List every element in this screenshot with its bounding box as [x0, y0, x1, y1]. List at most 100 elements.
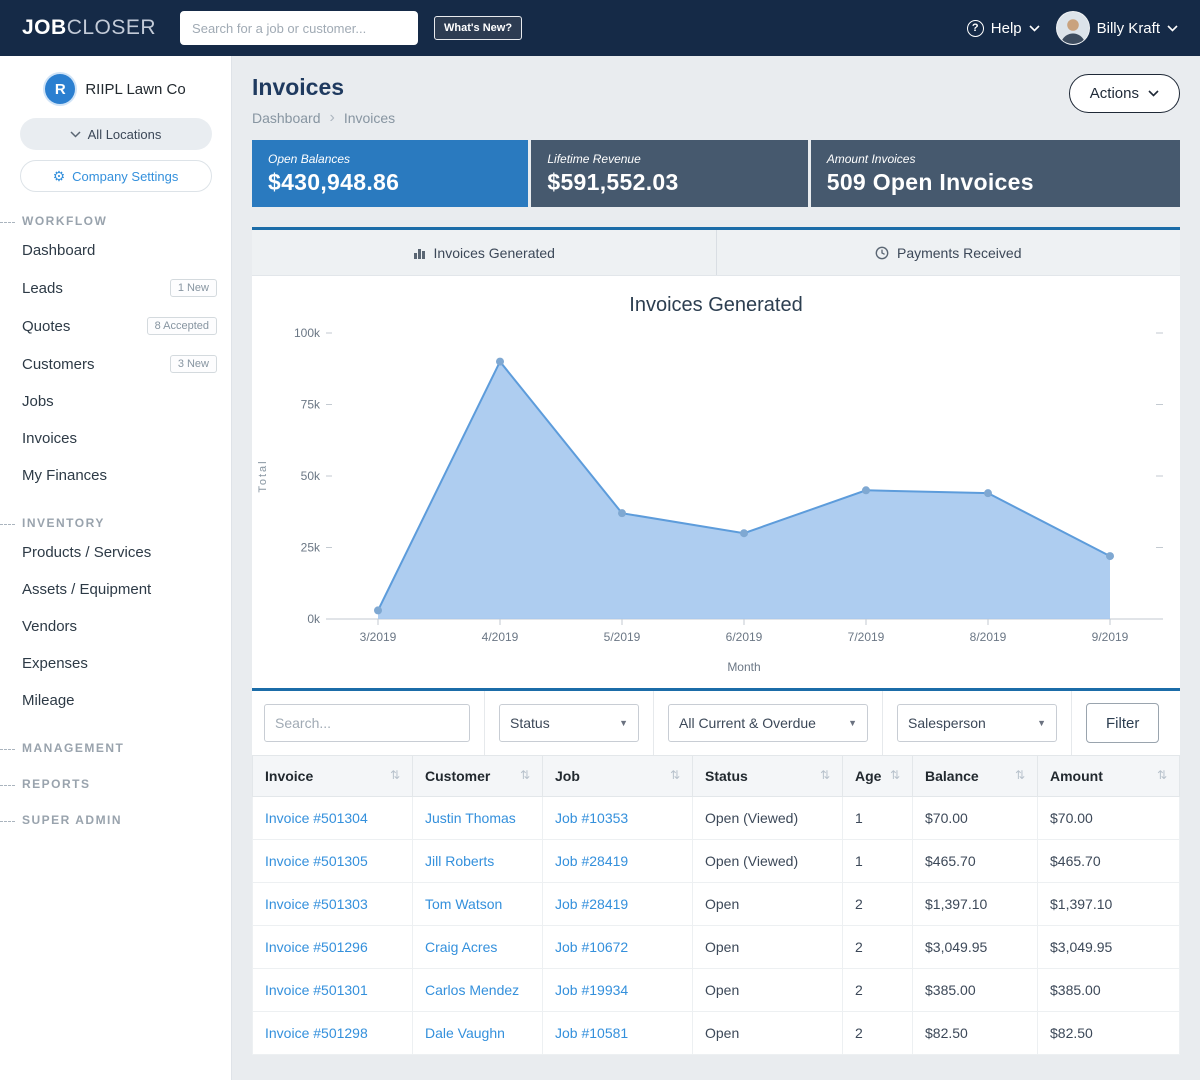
shell: R RIIPL Lawn Co All Locations ⚙ Company …	[0, 56, 1200, 1080]
invoice-link[interactable]: Invoice #501304	[265, 810, 368, 826]
company-settings-button[interactable]: ⚙ Company Settings	[20, 160, 212, 192]
job-link[interactable]: Job #19934	[555, 982, 628, 998]
table-row: Invoice #501304Justin ThomasJob #10353Op…	[253, 797, 1180, 840]
age-cell: 2	[843, 969, 913, 1012]
customer-link[interactable]: Jill Roberts	[425, 853, 494, 869]
sidebar-item-customers[interactable]: Customers3 New	[0, 345, 231, 383]
customer-link[interactable]: Carlos Mendez	[425, 982, 519, 998]
actions-button[interactable]: Actions	[1069, 74, 1180, 113]
customer-link[interactable]: Dale Vaughn	[425, 1025, 505, 1041]
user-name: Billy Kraft	[1097, 20, 1160, 37]
salesperson-select[interactable]: Salesperson ▼	[897, 704, 1057, 742]
sort-icon: ⇅	[820, 768, 830, 782]
chevron-down-icon	[70, 131, 81, 138]
sidebar-item-mileage[interactable]: Mileage	[0, 682, 231, 719]
column-header-amount[interactable]: Amount⇅	[1038, 756, 1180, 797]
job-link[interactable]: Job #10581	[555, 1025, 628, 1041]
sidebar-item-quotes[interactable]: Quotes8 Accepted	[0, 307, 231, 345]
clock-icon	[875, 246, 889, 260]
amount-cell: $465.70	[1038, 840, 1180, 883]
age-cell: 1	[843, 797, 913, 840]
column-header-age[interactable]: Age⇅	[843, 756, 913, 797]
svg-text:9/2019: 9/2019	[1092, 630, 1129, 644]
invoice-link[interactable]: Invoice #501298	[265, 1025, 368, 1041]
help-menu[interactable]: ? Help	[967, 20, 1040, 37]
invoice-link[interactable]: Invoice #501303	[265, 896, 368, 912]
sidebar-item-label: My Finances	[22, 467, 107, 484]
caret-down-icon: ▼	[1037, 718, 1046, 728]
global-search-input[interactable]	[180, 11, 418, 45]
table-search-input[interactable]	[264, 704, 470, 742]
column-header-status[interactable]: Status⇅	[693, 756, 843, 797]
main-content: Invoices Dashboard › Invoices Actions Op…	[232, 56, 1200, 1080]
invoice-link[interactable]: Invoice #501301	[265, 982, 368, 998]
nav-badge: 3 New	[170, 355, 217, 373]
sidebar-item-label: Invoices	[22, 430, 77, 447]
sidebar-item-label: Vendors	[22, 618, 77, 635]
status-select[interactable]: Status ▼	[499, 704, 639, 742]
sidebar-item-assets-equipment[interactable]: Assets / Equipment	[0, 571, 231, 608]
svg-text:7/2019: 7/2019	[848, 630, 885, 644]
job-cell: Job #28419	[543, 840, 693, 883]
user-menu[interactable]: Billy Kraft	[1056, 11, 1178, 45]
logo[interactable]: JOBCLOSER	[22, 16, 156, 40]
nav-section-heading: INVENTORY	[0, 516, 231, 530]
job-cell: Job #10353	[543, 797, 693, 840]
tab-invoices-generated[interactable]: Invoices Generated	[252, 230, 716, 275]
job-link[interactable]: Job #10353	[555, 810, 628, 826]
sidebar-item-invoices[interactable]: Invoices	[0, 420, 231, 457]
whats-new-button[interactable]: What's New?	[434, 16, 522, 40]
stat-value: 509 Open Invoices	[827, 169, 1164, 196]
svg-text:50k: 50k	[301, 469, 321, 483]
customer-link[interactable]: Craig Acres	[425, 939, 497, 955]
sort-icon: ⇅	[1157, 768, 1167, 782]
filter-salesperson-cell: Salesperson ▼	[883, 691, 1072, 755]
bar-chart-icon	[413, 246, 426, 259]
job-link[interactable]: Job #10672	[555, 939, 628, 955]
column-header-balance[interactable]: Balance⇅	[913, 756, 1038, 797]
status-select-value: Status	[510, 715, 550, 731]
nav-section-heading: SUPER ADMIN	[0, 813, 231, 827]
chart-panel: Invoices Generated Payments Received Inv…	[252, 227, 1180, 691]
avatar	[1056, 11, 1090, 45]
tab-payments-received[interactable]: Payments Received	[716, 230, 1181, 275]
sidebar-item-expenses[interactable]: Expenses	[0, 645, 231, 682]
sort-icon: ⇅	[520, 768, 530, 782]
customer-link[interactable]: Tom Watson	[425, 896, 502, 912]
invoice-cell: Invoice #501298	[253, 1012, 413, 1055]
nav-badge: 8 Accepted	[147, 317, 217, 335]
filter-button[interactable]: Filter	[1086, 703, 1159, 743]
sidebar-item-my-finances[interactable]: My Finances	[0, 457, 231, 494]
tab-label: Payments Received	[897, 245, 1022, 261]
sidebar-item-leads[interactable]: Leads1 New	[0, 269, 231, 307]
sidebar-item-label: Jobs	[22, 393, 54, 410]
amount-cell: $3,049.95	[1038, 926, 1180, 969]
job-link[interactable]: Job #28419	[555, 853, 628, 869]
column-header-customer[interactable]: Customer⇅	[413, 756, 543, 797]
locations-dropdown[interactable]: All Locations	[20, 118, 212, 150]
sidebar-item-products-services[interactable]: Products / Services	[0, 534, 231, 571]
customer-cell: Dale Vaughn	[413, 1012, 543, 1055]
breadcrumb-dashboard[interactable]: Dashboard	[252, 110, 321, 126]
customer-link[interactable]: Justin Thomas	[425, 810, 516, 826]
column-header-job[interactable]: Job⇅	[543, 756, 693, 797]
balance-cell: $82.50	[913, 1012, 1038, 1055]
balance-cell: $465.70	[913, 840, 1038, 883]
sort-icon: ⇅	[890, 768, 900, 782]
topbar: JOBCLOSER What's New? ? Help Billy Kraft	[0, 0, 1200, 56]
invoice-link[interactable]: Invoice #501305	[265, 853, 368, 869]
invoice-link[interactable]: Invoice #501296	[265, 939, 368, 955]
company: R RIIPL Lawn Co	[0, 74, 231, 104]
nav-section-heading: WORKFLOW	[0, 214, 231, 228]
sidebar-item-dashboard[interactable]: Dashboard	[0, 232, 231, 269]
sidebar-item-jobs[interactable]: Jobs	[0, 383, 231, 420]
age-cell: 2	[843, 1012, 913, 1055]
current-overdue-select[interactable]: All Current & Overdue ▼	[668, 704, 868, 742]
job-link[interactable]: Job #28419	[555, 896, 628, 912]
balance-cell: $3,049.95	[913, 926, 1038, 969]
sidebar-item-vendors[interactable]: Vendors	[0, 608, 231, 645]
column-header-invoice[interactable]: Invoice⇅	[253, 756, 413, 797]
app: JOBCLOSER What's New? ? Help Billy Kraft	[0, 0, 1200, 1080]
customer-cell: Tom Watson	[413, 883, 543, 926]
job-cell: Job #28419	[543, 883, 693, 926]
